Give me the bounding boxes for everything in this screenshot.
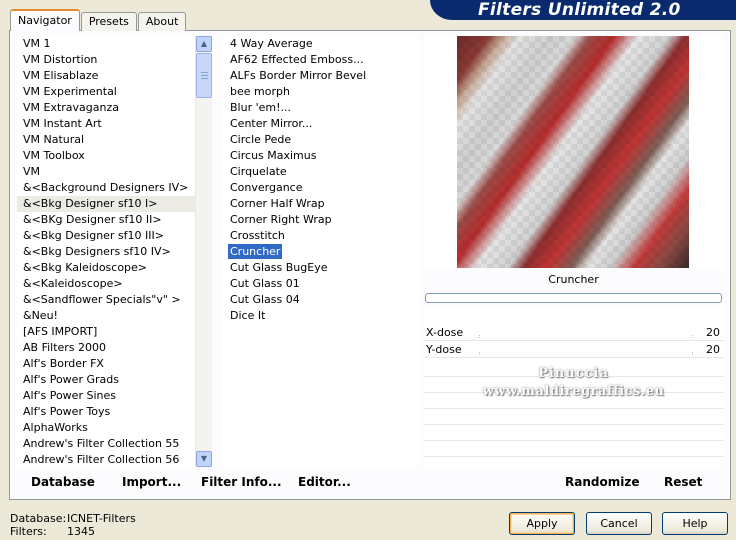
database-button[interactable]: Database [31, 474, 95, 490]
watermark-url: www.maldiregraffics.eu [482, 384, 665, 399]
filter-item[interactable]: Convergance [222, 180, 419, 196]
preview-filter-name: Cruncher [548, 273, 599, 286]
filter-item[interactable]: Cut Glass 04 [222, 292, 419, 308]
param-label: Y-dose [426, 343, 462, 356]
filter-item[interactable]: 4 Way Average [222, 36, 419, 52]
category-item[interactable]: Andrew's Filter Collection 56 [17, 452, 195, 467]
category-item[interactable]: Alf's Border FX [17, 356, 195, 372]
category-item[interactable]: &<Background Designers IV> [17, 180, 195, 196]
filter-item[interactable]: bee morph [222, 84, 419, 100]
status-filters: Filters: 1345 [10, 525, 95, 538]
progress-bar [425, 293, 722, 303]
cancel-button[interactable]: Cancel [586, 512, 652, 535]
import-button[interactable]: Import... [122, 474, 181, 490]
tab-bar: Navigator Presets About [10, 9, 187, 31]
filter-item[interactable]: ALFs Border Mirror Bevel [222, 68, 419, 84]
category-item[interactable]: Andrew's Filter Collection 55 [17, 436, 195, 452]
category-item[interactable]: AB Filters 2000 [17, 340, 195, 356]
category-item[interactable]: [AFS IMPORT] [17, 324, 195, 340]
category-item[interactable]: &<Sandflower Specials"v" > [17, 292, 195, 308]
tab-presets[interactable]: Presets [80, 12, 137, 31]
preview-transparency [457, 36, 689, 268]
category-item[interactable]: &<Bkg Designers sf10 IV> [17, 244, 195, 260]
scroll-thumb[interactable] [196, 53, 212, 98]
category-item[interactable]: VM Toolbox [17, 148, 195, 164]
category-list[interactable]: VM 1 VM Distortion VM Elisablaze VM Experim… [17, 36, 195, 467]
category-item[interactable]: Alf's Power Grads [17, 372, 195, 388]
reset-button[interactable]: Reset [664, 474, 702, 490]
filter-item[interactable]: Crosstitch [222, 228, 419, 244]
param-value: 20 [706, 343, 720, 356]
category-item[interactable]: &<Kaleidoscope> [17, 276, 195, 292]
app-title: Filters Unlimited 2.0 [478, 0, 681, 20]
category-item[interactable]: &Neu! [17, 308, 195, 324]
param-row-y-dose[interactable]: Y-dose 20 [424, 342, 723, 358]
category-item[interactable]: Alf's Power Sines [17, 388, 195, 404]
category-scrollbar[interactable]: ▲ ▼ [195, 36, 212, 467]
filter-item[interactable]: Dice It [222, 308, 419, 324]
filter-item[interactable]: Cut Glass BugEye [222, 260, 419, 276]
param-row-x-dose[interactable]: X-dose 20 [424, 325, 723, 341]
filter-item[interactable]: Corner Right Wrap [222, 212, 419, 228]
category-item[interactable]: Alf's Power Toys [17, 404, 195, 420]
filter-info-button[interactable]: Filter Info... [201, 474, 282, 490]
filter-item[interactable]: Center Mirror... [222, 116, 419, 132]
category-item[interactable]: &<Bkg Designer sf10 I> [17, 196, 195, 212]
category-item[interactable]: &<BKg Designer sf10 II> [17, 212, 195, 228]
category-item[interactable]: VM 1 [17, 36, 195, 52]
filter-item[interactable]: Cirquelate [222, 164, 419, 180]
param-label: X-dose [426, 326, 464, 339]
randomize-button[interactable]: Randomize [565, 474, 639, 490]
category-item[interactable]: VM Natural [17, 132, 195, 148]
watermark-name: Pinuccia [538, 366, 609, 381]
category-item[interactable]: AlphaWorks [17, 420, 195, 436]
category-item[interactable]: &<Bkg Designer sf10 III> [17, 228, 195, 244]
category-item[interactable]: VM Instant Art [17, 116, 195, 132]
filter-item[interactable]: Circus Maximus [222, 148, 419, 164]
help-button[interactable]: Help [662, 512, 728, 535]
status-database: Database:ICNET-Filters [10, 512, 136, 525]
filter-item[interactable]: Cruncher [222, 244, 419, 260]
param-value: 20 [706, 326, 720, 339]
editor-button[interactable]: Editor... [298, 474, 351, 490]
tab-about[interactable]: About [137, 12, 187, 31]
scroll-down-icon[interactable]: ▼ [196, 451, 212, 467]
category-item[interactable]: VM Extravaganza [17, 100, 195, 116]
scroll-up-icon[interactable]: ▲ [196, 36, 212, 52]
filter-item[interactable]: Circle Pede [222, 132, 419, 148]
category-item[interactable]: VM Elisablaze [17, 68, 195, 84]
apply-button[interactable]: Apply [509, 512, 575, 535]
tab-navigator[interactable]: Navigator [10, 9, 80, 31]
category-item[interactable]: VM Experimental [17, 84, 195, 100]
filter-item[interactable]: Cut Glass 01 [222, 276, 419, 292]
category-item[interactable]: VM Distortion [17, 52, 195, 68]
filter-item[interactable]: AF62 Effected Emboss... [222, 52, 419, 68]
filter-item[interactable]: Blur 'em!... [222, 100, 419, 116]
filter-item[interactable]: Corner Half Wrap [222, 196, 419, 212]
category-item[interactable]: &<Bkg Kaleidoscope> [17, 260, 195, 276]
category-item[interactable]: VM [17, 164, 195, 180]
filter-list[interactable]: 4 Way Average AF62 Effected Emboss... ALFs… [222, 36, 419, 467]
